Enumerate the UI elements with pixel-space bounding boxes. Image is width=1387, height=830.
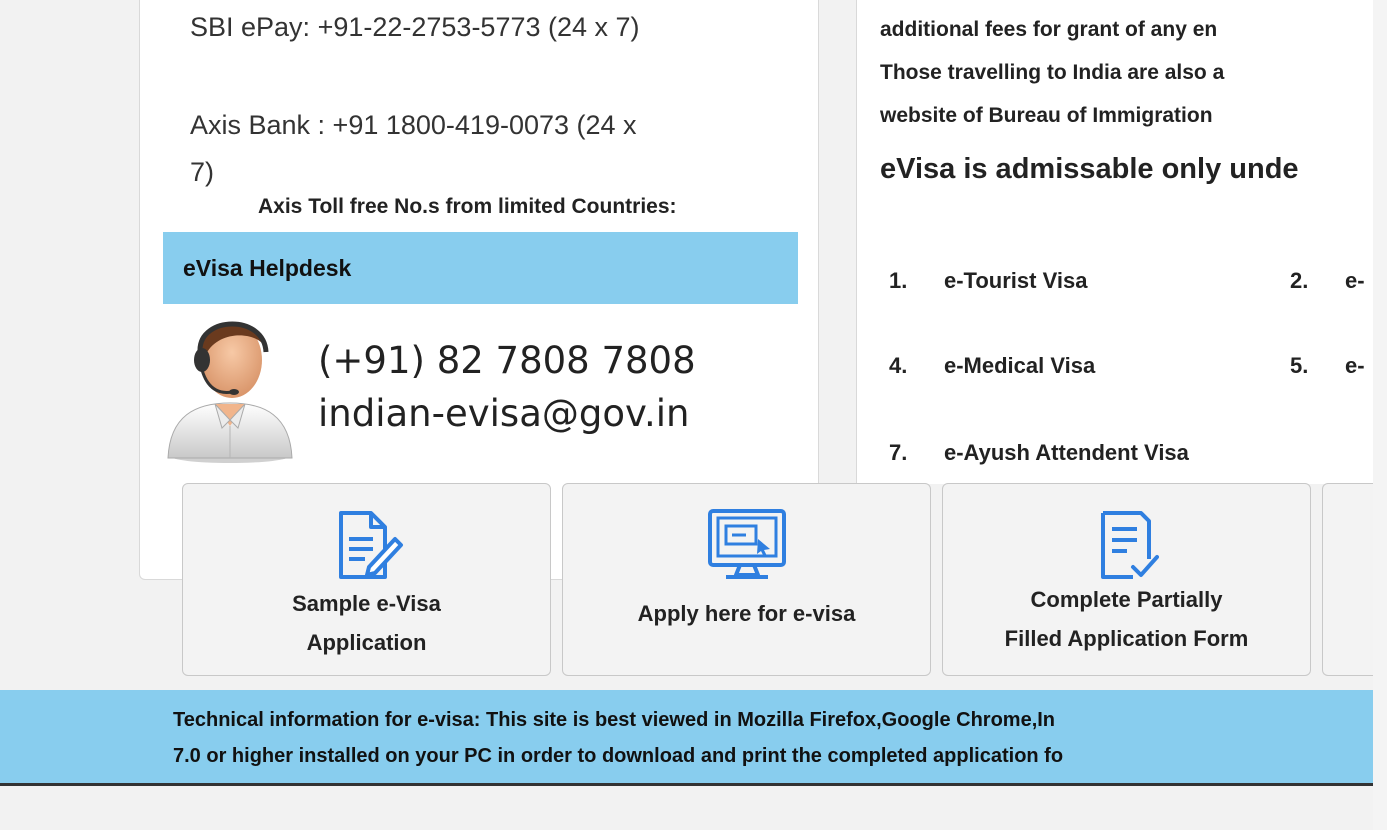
helpdesk-email[interactable]: indian-evisa@gov.in bbox=[318, 392, 690, 435]
tile-label: Complete Partially Filled Application Fo… bbox=[1004, 587, 1249, 651]
sbi-epay-contact: SBI ePay: +91-22-2753-5773 (24 x 7) bbox=[190, 12, 640, 42]
visa-list-item: 4. e-Medical Visa bbox=[889, 353, 1096, 378]
fees-text: additional fees for grant of any en bbox=[880, 18, 1218, 41]
axis-toll-free-heading: Axis Toll free No.s from limited Countri… bbox=[258, 195, 677, 218]
computer-form-icon bbox=[707, 509, 786, 579]
page: SBI ePay: +91-22-2753-5773 (24 x 7) Axis… bbox=[0, 0, 1387, 830]
axis-bank-contact-cont: 7) bbox=[190, 157, 215, 187]
complete-partial-form-button[interactable]: Complete Partially Filled Application Fo… bbox=[942, 483, 1311, 676]
visa-list-item: 1. e-Tourist Visa bbox=[889, 268, 1088, 293]
apply-evisa-button[interactable]: Apply here for e-visa bbox=[562, 483, 931, 676]
page-edge bbox=[1373, 0, 1387, 830]
helpdesk-header: eVisa Helpdesk bbox=[163, 232, 798, 304]
technical-info-bar: Technical information for e-visa: This s… bbox=[0, 690, 1373, 786]
document-edit-icon bbox=[338, 511, 403, 579]
travel-text: Those travelling to India are also a bbox=[880, 61, 1225, 84]
visa-list-item: 7. e-Ayush Attendent Visa bbox=[889, 440, 1189, 465]
helpdesk-phone: (+91) 82 7808 7808 bbox=[318, 339, 696, 382]
tile-label: Apply here for e-visa bbox=[637, 601, 856, 626]
axis-bank-contact: Axis Bank : +91 1800-419-0073 (24 x bbox=[190, 110, 637, 140]
bureau-text: website of Bureau of Immigration bbox=[880, 104, 1213, 127]
checklist-icon bbox=[1100, 511, 1159, 579]
next-action-button[interactable] bbox=[1322, 483, 1373, 676]
support-agent-icon bbox=[167, 321, 293, 463]
visa-list-item: 2. e- bbox=[1290, 268, 1365, 293]
visa-list-item: 5. e- bbox=[1290, 353, 1365, 378]
tile-label: Sample e-Visa Application bbox=[292, 591, 441, 655]
technical-info-line: Technical information for e-visa: This s… bbox=[173, 709, 1056, 731]
technical-info-line: 7.0 or higher installed on your PC in or… bbox=[173, 745, 1064, 767]
admissable-heading: eVisa is admissable only unde bbox=[880, 153, 1299, 185]
sample-evisa-button[interactable]: Sample e-Visa Application bbox=[182, 483, 551, 676]
helpdesk-title: eVisa Helpdesk bbox=[183, 254, 352, 281]
